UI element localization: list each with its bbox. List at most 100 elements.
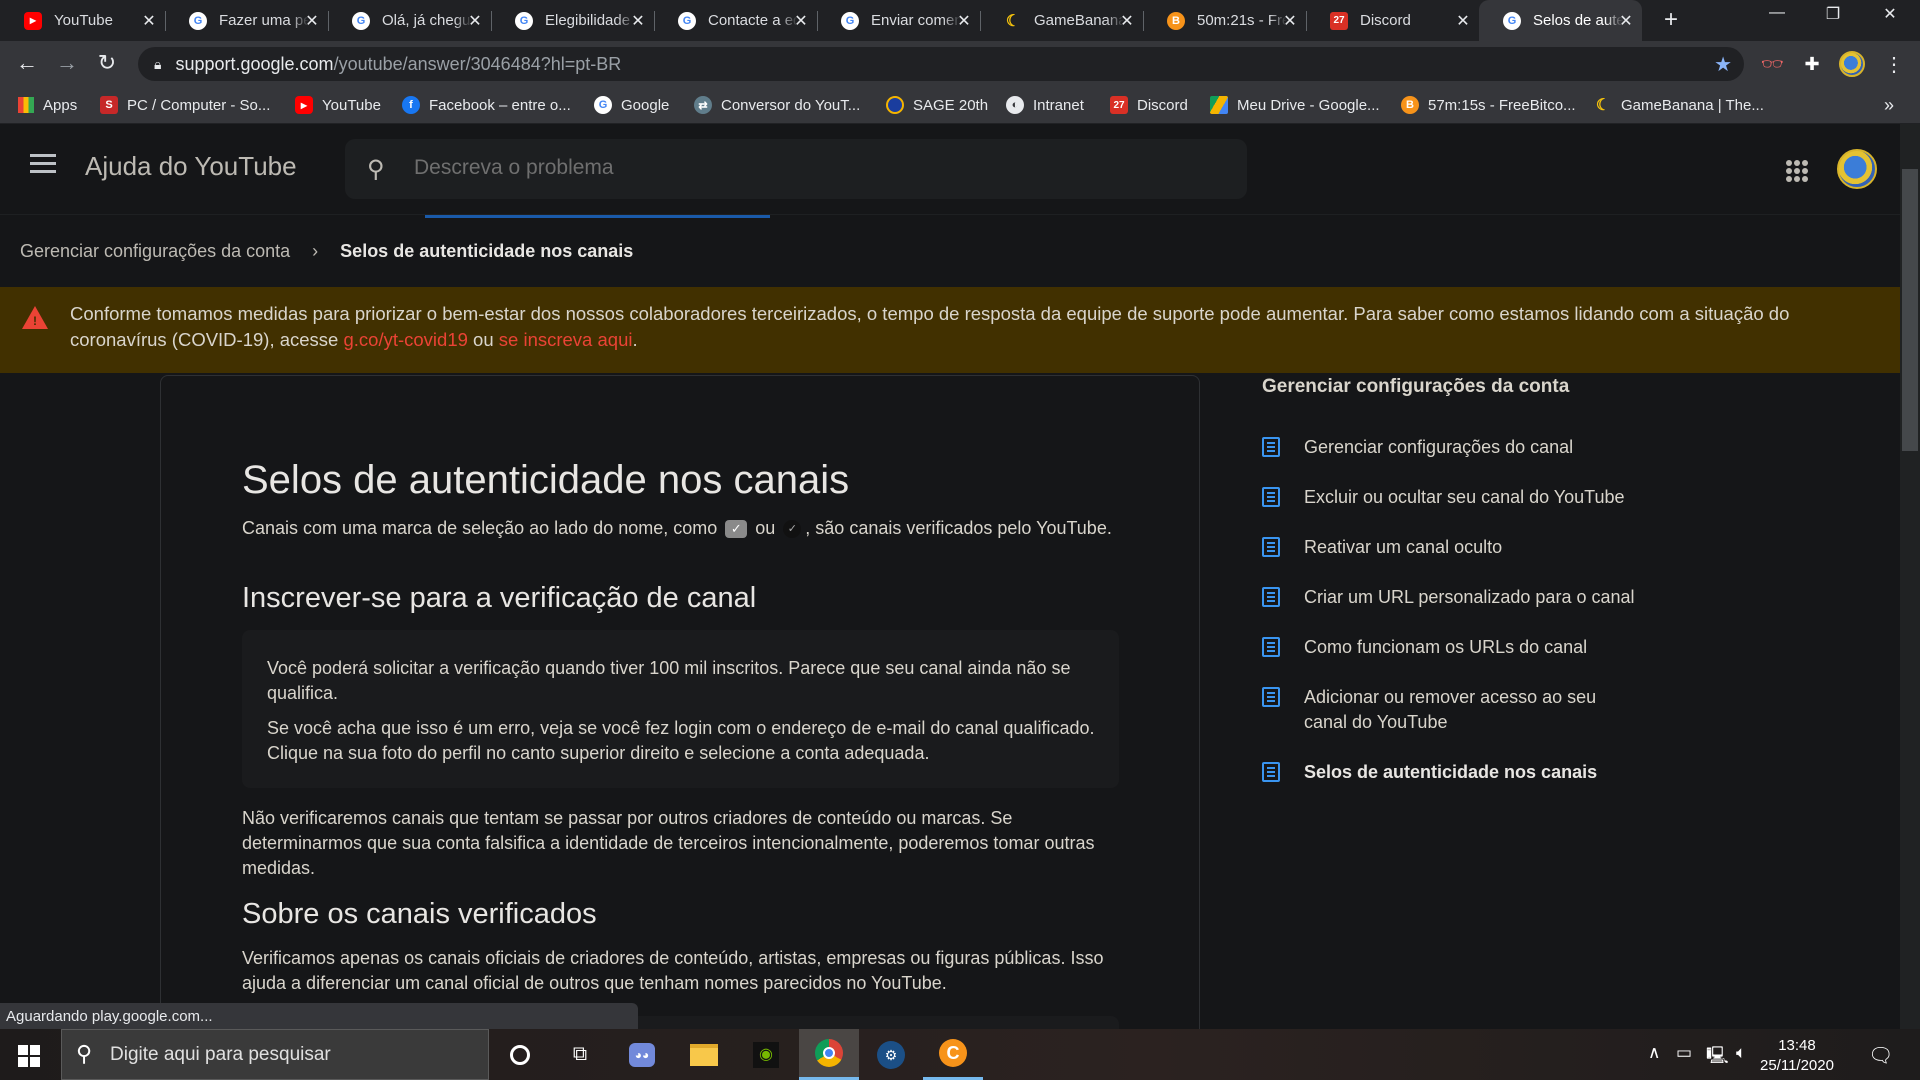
- c-app-icon[interactable]: C: [923, 1029, 983, 1080]
- bookmarks-bar: Apps S PC / Computer - So... ▶ YouTube f Fa…: [0, 87, 1920, 124]
- tab-contacte-a-equipa[interactable]: G Contacte a equipa ✕: [654, 0, 818, 41]
- discord-icon[interactable]: ◕◕: [612, 1029, 672, 1080]
- bookmarks-overflow-button[interactable]: »: [1884, 87, 1894, 123]
- extension-glasses-icon[interactable]: 👓︎: [1758, 50, 1786, 78]
- calendar-icon: 27: [1330, 11, 1348, 30]
- close-tab-icon[interactable]: ✕: [302, 11, 322, 31]
- subscribe-link[interactable]: se inscreva aqui: [499, 329, 633, 350]
- close-tab-icon[interactable]: ✕: [791, 11, 811, 31]
- bookmark-freebitco[interactable]: B 57m:15s - FreeBitco...: [1401, 87, 1576, 123]
- new-tab-button[interactable]: +: [1656, 6, 1686, 34]
- sidebar-item[interactable]: Gerenciar configurações do canal: [1262, 435, 1662, 460]
- document-icon: [1262, 587, 1280, 607]
- menu-kebab-icon[interactable]: ⋮: [1880, 50, 1908, 78]
- bookmark-google[interactable]: G Google: [594, 87, 669, 123]
- sidebar-item-label: Criar um URL personalizado para o canal: [1304, 587, 1635, 607]
- app-title[interactable]: Ajuda do YouTube: [85, 151, 297, 182]
- minimize-button[interactable]: —: [1757, 4, 1797, 22]
- volume-icon[interactable]: 🔈︎: [1736, 1043, 1746, 1063]
- close-tab-icon[interactable]: ✕: [139, 11, 159, 31]
- battery-icon[interactable]: ▭: [1676, 1043, 1692, 1063]
- bookmark-gamebanana[interactable]: ☾ GameBanana | The...: [1594, 87, 1764, 123]
- bookmark-label: Meu Drive - Google...: [1237, 96, 1380, 114]
- bookmark-label: Apps: [43, 96, 78, 114]
- callout-paragraph: Você poderá solicitar a verificação quan…: [267, 658, 1071, 703]
- tab-ola-ja-cheguei[interactable]: G Olá, já cheguei ✕: [328, 0, 492, 41]
- close-window-button[interactable]: ✕: [1870, 4, 1910, 24]
- google-apps-icon[interactable]: [1786, 160, 1808, 182]
- steam-icon[interactable]: ⚙: [861, 1029, 921, 1080]
- sidebar-item[interactable]: Reativar um canal oculto: [1262, 535, 1662, 560]
- close-tab-icon[interactable]: ✕: [1117, 11, 1137, 31]
- tab-fazer-uma-pergunta[interactable]: G Fazer uma pergunta ✕: [165, 0, 329, 41]
- close-tab-icon[interactable]: ✕: [1616, 11, 1636, 31]
- close-tab-icon[interactable]: ✕: [628, 11, 648, 31]
- reload-button[interactable]: ↻: [92, 50, 122, 76]
- section-heading: Inscrever-se para a verificação de canal: [242, 582, 757, 614]
- sidebar-item[interactable]: Como funcionam os URLs do canal: [1262, 635, 1662, 660]
- chrome-icon[interactable]: [799, 1029, 859, 1080]
- bookmark-pc-computer[interactable]: S PC / Computer - So...: [100, 87, 270, 123]
- menu-hamburger-icon[interactable]: [30, 154, 56, 174]
- close-tab-icon[interactable]: ✕: [954, 11, 974, 31]
- network-icon[interactable]: 🖳︎: [1706, 1043, 1729, 1072]
- forward-button[interactable]: →: [52, 50, 82, 76]
- callout-paragraph: Se você acha que isso é um erro, veja se…: [267, 718, 1095, 763]
- bookmark-intranet[interactable]: ◐ Intranet: [1006, 87, 1084, 123]
- bitcoin-icon: B: [1167, 11, 1185, 30]
- bookmark-discord[interactable]: 27 Discord: [1110, 87, 1188, 123]
- tab-enviar-comentarios[interactable]: G Enviar comentários ✕: [817, 0, 981, 41]
- close-tab-icon[interactable]: ✕: [1453, 11, 1473, 31]
- bookmark-facebook[interactable]: f Facebook – entre o...: [402, 87, 571, 123]
- intro-text: ou: [755, 518, 776, 538]
- bookmark-youtube[interactable]: ▶ YouTube: [295, 87, 381, 123]
- task-view-icon[interactable]: ⧉: [550, 1029, 610, 1080]
- system-clock[interactable]: 13:48 25/11/2020: [1760, 1036, 1834, 1076]
- google-icon: G: [678, 11, 696, 30]
- tray-overflow-chevron-icon[interactable]: ∧: [1648, 1043, 1660, 1063]
- tab-gamebanana[interactable]: ☾ GameBanana ✕: [980, 0, 1144, 41]
- maximize-button[interactable]: ❐: [1813, 4, 1853, 24]
- scrollbar-thumb[interactable]: [1902, 169, 1918, 451]
- bookmark-label: Conversor do YouT...: [721, 96, 861, 114]
- back-button[interactable]: ←: [12, 50, 42, 76]
- google-icon: G: [594, 96, 612, 114]
- tab-youtube[interactable]: ▶ YouTube ✕: [0, 0, 166, 41]
- address-bar[interactable]: 🔒︎ support.google.com/youtube/answer/304…: [138, 47, 1744, 81]
- breadcrumb-parent-link[interactable]: Gerenciar configurações da conta: [20, 241, 290, 262]
- lock-icon: 🔒︎: [154, 55, 162, 72]
- bookmark-apps[interactable]: Apps: [18, 87, 77, 123]
- close-tab-icon[interactable]: ✕: [1280, 11, 1300, 31]
- bookmark-meu-drive[interactable]: Meu Drive - Google...: [1210, 87, 1380, 123]
- calendar-icon: 27: [1110, 96, 1128, 114]
- sidebar-item[interactable]: Criar um URL personalizado para o canal: [1262, 585, 1662, 610]
- article-intro: Canais com uma marca de seleção ao lado …: [242, 518, 1112, 539]
- account-avatar[interactable]: [1837, 149, 1877, 189]
- taskbar-search-input[interactable]: ⚲ Digite aqui para pesquisar: [61, 1029, 489, 1080]
- close-tab-icon[interactable]: ✕: [465, 11, 485, 31]
- globe-icon: ◐: [1006, 96, 1024, 114]
- banner-text-part: Conforme tomamos medidas para priorizar …: [70, 303, 1790, 350]
- bookmark-conversor[interactable]: ⇄ Conversor do YouT...: [694, 87, 860, 123]
- profile-avatar[interactable]: [1839, 51, 1865, 77]
- sidebar-item[interactable]: Adicionar ou remover acesso ao seu canal…: [1262, 685, 1602, 735]
- tab-selos-de-autenticidade[interactable]: G Selos de autenticidade ✕: [1479, 0, 1642, 41]
- sidebar-item[interactable]: Excluir ou ocultar seu canal do YouTube: [1262, 485, 1662, 510]
- nvidia-icon[interactable]: ◉: [736, 1029, 796, 1080]
- bookmark-label: YouTube: [322, 96, 381, 114]
- bookmark-star-icon[interactable]: ★: [1714, 52, 1732, 77]
- page-scrollbar[interactable]: [1900, 124, 1920, 1029]
- windows-start-icon[interactable]: [18, 1045, 40, 1067]
- extensions-puzzle-icon[interactable]: ✚: [1798, 50, 1826, 78]
- notifications-icon[interactable]: 🗨︎: [1868, 1043, 1893, 1068]
- covid-link[interactable]: g.co/yt-covid19: [343, 329, 467, 350]
- cortana-icon[interactable]: [490, 1029, 550, 1080]
- tab-discord[interactable]: 27 Discord ✕: [1306, 0, 1479, 41]
- file-explorer-icon[interactable]: [674, 1029, 734, 1080]
- bookmark-label: GameBanana | The...: [1621, 96, 1764, 114]
- sidebar-item-current[interactable]: Selos de autenticidade nos canais: [1262, 760, 1662, 785]
- bookmark-sage[interactable]: SAGE 20th: [886, 87, 988, 123]
- search-input[interactable]: ⚲ Descreva o problema: [345, 139, 1247, 199]
- tab-freebitco[interactable]: B 50m:21s - FreeBitco ✕: [1143, 0, 1307, 41]
- tab-elegibilidade[interactable]: G Elegibilidade ✕: [491, 0, 655, 41]
